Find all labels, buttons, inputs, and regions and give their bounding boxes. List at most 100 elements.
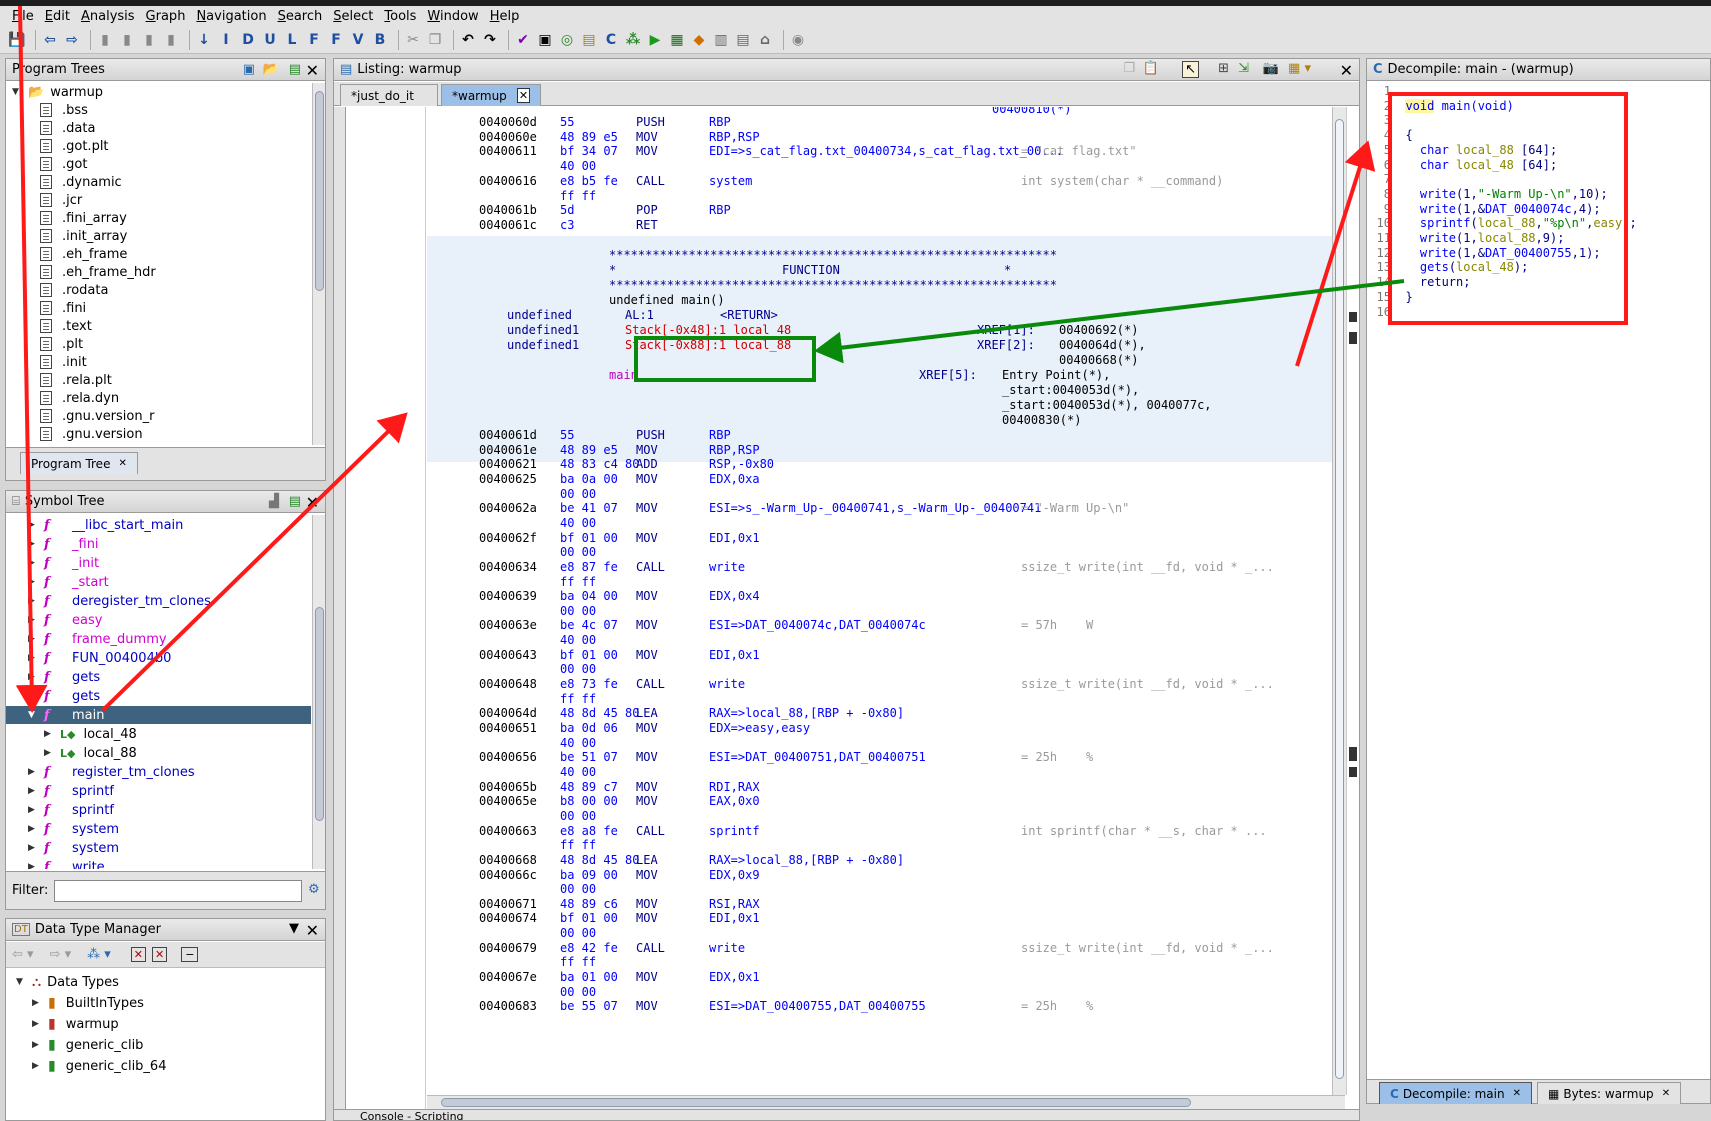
tree-icon[interactable]: ⌂ [756, 31, 774, 49]
copy-icon[interactable]: ❐ [426, 31, 444, 49]
run-icon[interactable]: ▶ [646, 31, 664, 49]
tree-export-icon[interactable]: ▤ [289, 62, 301, 77]
memory-icon[interactable]: ▣ [536, 31, 554, 49]
close-icon[interactable]: ✕ [118, 458, 126, 469]
decompile-icon[interactable]: C [602, 31, 620, 49]
menu-navigation[interactable]: Navigation [196, 9, 266, 24]
menu-edit[interactable]: Edit [45, 9, 70, 24]
program-tree-section[interactable]: .fini_array [40, 209, 127, 227]
expand-icon[interactable]: ▶ [28, 596, 40, 606]
expand-icon[interactable]: ▶ [28, 539, 40, 549]
menu-search[interactable]: Search [278, 9, 323, 24]
tree-view-icon[interactable]: ▣ [243, 62, 255, 77]
forward-icon[interactable]: ⇨ [63, 31, 81, 49]
terminal-icon[interactable]: ▦ [668, 31, 686, 49]
collapse-icon[interactable]: ▼ [16, 977, 28, 987]
symbol-tree-function[interactable]: ▶ f sprintf [6, 782, 114, 800]
menu-analysis[interactable]: Analysis [81, 9, 135, 24]
symbol-tree-function[interactable]: ▼ f main [6, 706, 311, 724]
diff-icon[interactable]: ⇲ [1238, 61, 1249, 76]
expand-icon[interactable]: ▶ [28, 520, 40, 530]
next-nonfunction-icon[interactable]: F [327, 31, 345, 49]
back-icon[interactable]: ⇦ ▾ [12, 947, 34, 962]
filter-pointers-icon[interactable]: ✕ [152, 947, 168, 962]
program-tree-section[interactable]: .gnu.version [40, 425, 143, 443]
program-tree-root[interactable]: ▼ 📂 warmup [12, 83, 103, 101]
next-function-icon[interactable]: F [305, 31, 323, 49]
program-tree-section[interactable]: .got [40, 155, 87, 173]
next-label-icon[interactable]: L [283, 31, 301, 49]
nav-icon-2[interactable]: ▮ [118, 31, 136, 49]
expand-icon[interactable]: ▶ [44, 748, 56, 758]
new-window-icon[interactable]: ▤ [289, 494, 301, 509]
symbol-tree-function[interactable]: ▶ f __libc_start_main [6, 516, 183, 534]
function-graph-icon[interactable]: ⁂ [624, 31, 642, 49]
checksum-icon[interactable]: ▥ [712, 31, 730, 49]
data-type-archive[interactable]: ▶ ▮ warmup [32, 1015, 119, 1033]
collapse-icon[interactable]: ▼ [12, 87, 24, 97]
edit-fields-icon[interactable]: ⊞ [1218, 61, 1229, 76]
symbol-tree-function[interactable]: ▶ f gets [6, 687, 100, 705]
program-tree-section[interactable]: .rodata [40, 281, 108, 299]
expand-icon[interactable]: ▶ [28, 824, 40, 834]
listing-scrollbar[interactable] [1332, 107, 1346, 1095]
copy-icon[interactable]: ❐ [1123, 61, 1135, 76]
cursor-select-icon[interactable]: ↖ [1182, 61, 1199, 78]
arrange-icon[interactable]: ⁂ ▾ [87, 947, 111, 962]
tab-warmup[interactable]: *warmup ✕ [441, 84, 541, 106]
filter-options-icon[interactable]: ⚙ [308, 882, 320, 897]
menu-tools[interactable]: Tools [384, 9, 416, 24]
redo-icon[interactable]: ↷ [481, 31, 499, 49]
next-down-icon[interactable]: ↓ [195, 31, 213, 49]
snapshot-icon[interactable]: 📷 [1263, 61, 1279, 76]
open-folder-icon[interactable]: 📂 [263, 62, 279, 77]
back-icon[interactable]: ⇦ [41, 31, 59, 49]
diamond-icon[interactable]: ◆ [690, 31, 708, 49]
bytes-icon[interactable]: ▤ [734, 31, 752, 49]
symbol-tree-function[interactable]: ▶ f easy [6, 611, 102, 629]
expand-icon[interactable]: ▶ [28, 653, 40, 663]
data-type-archive[interactable]: ▶ ▮ generic_clib [32, 1036, 143, 1054]
expand-icon[interactable]: ▶ [28, 862, 40, 869]
close-icon[interactable]: ✕ [1513, 1088, 1521, 1099]
layout-icon[interactable]: ▦ ▾ [1288, 61, 1311, 76]
tab-program-tree[interactable]: Program Tree ✕ [20, 452, 138, 474]
graph-icon[interactable]: ◎ [558, 31, 576, 49]
nav-icon-3[interactable]: ▮ [140, 31, 158, 49]
symbol-tree-function[interactable]: ▶ f _fini [6, 535, 99, 553]
expand-icon[interactable]: ▶ [28, 634, 40, 644]
menu-select[interactable]: Select [333, 9, 373, 24]
menu-file[interactable]: File [12, 9, 34, 24]
dropdown-icon[interactable]: ▼ [289, 921, 299, 936]
expand-icon[interactable]: ▶ [28, 786, 40, 796]
symbol-tree-function[interactable]: ▶ f _start [6, 573, 109, 591]
listing-hscrollbar[interactable] [427, 1095, 1345, 1109]
close-icon[interactable]: ✕ [306, 921, 319, 940]
program-tree-section[interactable]: .rela.plt [40, 371, 112, 389]
symbol-tree-variable[interactable]: ▶ L◆ local_48 [6, 725, 137, 743]
cut-icon[interactable]: ✂ [404, 31, 422, 49]
next-instruction-icon[interactable]: I [217, 31, 235, 49]
symbol-tree-function[interactable]: ▶ f register_tm_clones [6, 763, 195, 781]
program-tree-section[interactable]: .init [40, 353, 87, 371]
collapse-icon[interactable]: ▼ [28, 710, 40, 720]
symbol-tree-variable[interactable]: ▶ L◆ local_88 [6, 744, 137, 762]
tab-decompile[interactable]: C Decompile: main ✕ [1379, 1082, 1532, 1104]
symbol-tree-function[interactable]: ▶ f system [6, 820, 119, 838]
expand-icon[interactable]: ▶ [32, 1040, 44, 1050]
symbol-tree-function[interactable]: ▶ f write [6, 858, 105, 870]
close-icon[interactable]: ✕ [306, 61, 319, 80]
program-tree-section[interactable]: .data [40, 119, 95, 137]
program-tree-section[interactable]: .jcr [40, 191, 82, 209]
check-icon[interactable]: ✔ [514, 31, 532, 49]
program-tree-section[interactable]: .gnu.version_r [40, 407, 154, 425]
expand-icon[interactable]: ▶ [28, 767, 40, 777]
tab-just-do-it[interactable]: *just_do_it [340, 84, 438, 106]
undo-icon[interactable]: ↶ [459, 31, 477, 49]
program-tree-section[interactable]: .text [40, 317, 92, 335]
expand-icon[interactable]: ▶ [28, 558, 40, 568]
scroll-thumb[interactable] [315, 91, 324, 291]
symbol-tree-function[interactable]: ▶ f deregister_tm_clones [6, 592, 211, 610]
next-bookmark-icon[interactable]: B [371, 31, 389, 49]
console-strip-label[interactable]: Console - Scripting [360, 1110, 464, 1120]
